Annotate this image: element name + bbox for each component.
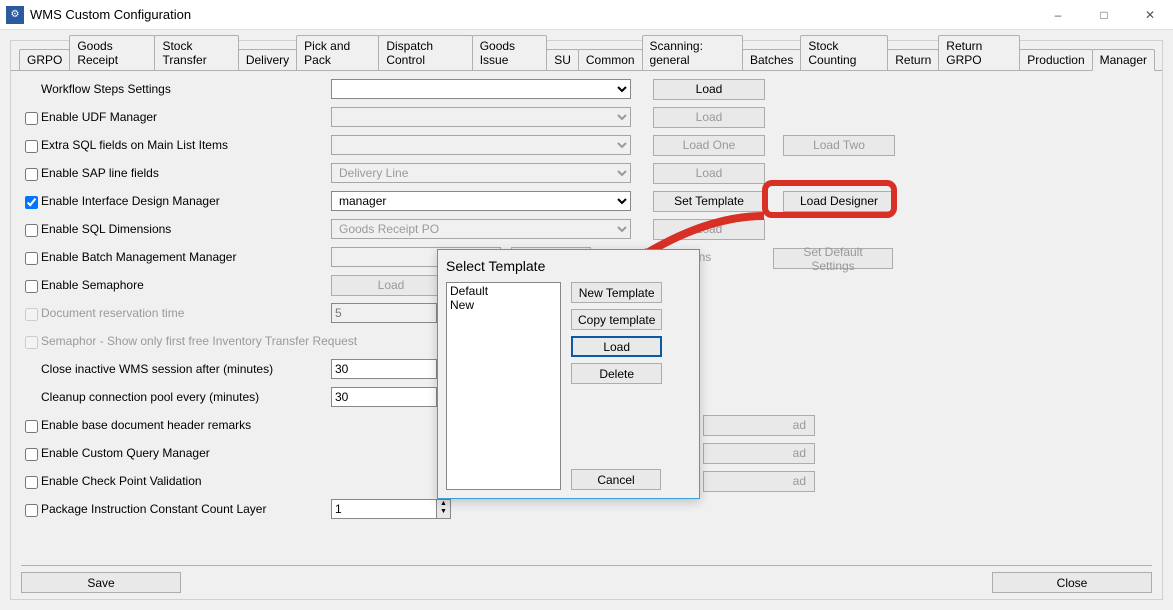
loadtwo-button: Load Two <box>783 135 895 156</box>
titlebar: ⚙ WMS Custom Configuration – □ ✕ <box>0 0 1173 30</box>
maximize-button[interactable]: □ <box>1081 0 1127 30</box>
tab-delivery[interactable]: Delivery <box>238 49 297 70</box>
label-sapline: Enable SAP line fields <box>41 166 331 180</box>
obscured-button-2: ad <box>703 443 815 464</box>
copy-template-button[interactable]: Copy template <box>571 309 662 330</box>
label-checkpoint: Enable Check Point Validation <box>41 474 441 488</box>
sapline-checkbox[interactable] <box>25 168 38 181</box>
tab-production[interactable]: Production <box>1019 49 1092 70</box>
workflow-load-button[interactable]: Load <box>653 79 765 100</box>
semaphore-load-button: Load <box>331 275 451 296</box>
spinner-updown[interactable]: ▲▼ <box>437 499 451 519</box>
cleanup-spinner[interactable] <box>331 387 437 407</box>
label-semaphore: Enable Semaphore <box>41 278 331 292</box>
sapline-load-button: Load <box>653 163 765 184</box>
tab-dispatch-control[interactable]: Dispatch Control <box>378 35 472 70</box>
set-default-settings-button: Set Default Settings <box>773 248 893 269</box>
tab-manager[interactable]: Manager <box>1092 49 1155 71</box>
obscured-button-1: ad <box>703 415 815 436</box>
extrasql-checkbox[interactable] <box>25 140 38 153</box>
label-cleanup: Cleanup connection pool every (minutes) <box>41 390 331 404</box>
window-title: WMS Custom Configuration <box>30 7 191 22</box>
docres-checkbox <box>25 308 38 321</box>
loadone-button: Load One <box>653 135 765 156</box>
extrasql-select <box>331 135 631 155</box>
udf-checkbox[interactable] <box>25 112 38 125</box>
template-listbox[interactable]: DefaultNew <box>446 282 561 490</box>
label-docres: Document reservation time <box>41 306 331 320</box>
tab-scanning-general[interactable]: Scanning: general <box>642 35 743 70</box>
bottom-bar: Save Close <box>21 565 1152 593</box>
template-item[interactable]: New <box>448 298 559 312</box>
batch-checkbox[interactable] <box>25 252 38 265</box>
sqldim-checkbox[interactable] <box>25 224 38 237</box>
tab-strip: GRPOGoods ReceiptStock TransferDeliveryP… <box>11 41 1162 71</box>
tab-return[interactable]: Return <box>887 49 939 70</box>
label-customquery: Enable Custom Query Manager <box>41 446 441 460</box>
ifdesign-select[interactable]: manager <box>331 191 631 211</box>
checkpoint-checkbox[interactable] <box>25 476 38 489</box>
label-workflow: Workflow Steps Settings <box>41 82 331 96</box>
label-extrasql: Extra SQL fields on Main List Items <box>41 138 331 152</box>
tab-goods-issue[interactable]: Goods Issue <box>472 35 548 70</box>
set-template-button[interactable]: Set Template <box>653 191 765 212</box>
semashow-checkbox <box>25 336 38 349</box>
load-designer-button[interactable]: Load Designer <box>783 191 895 212</box>
minimize-button[interactable]: – <box>1035 0 1081 30</box>
sqldim-select: Goods Receipt PO <box>331 219 631 239</box>
sapline-select: Delivery Line <box>331 163 631 183</box>
tab-batches[interactable]: Batches <box>742 49 801 70</box>
pkginstr-checkbox[interactable] <box>25 504 38 517</box>
dialog-cancel-button[interactable]: Cancel <box>571 469 661 490</box>
ifdesign-checkbox[interactable] <box>25 196 38 209</box>
udf-load-button: Load <box>653 107 765 128</box>
closesess-spinner[interactable] <box>331 359 437 379</box>
udf-select <box>331 107 631 127</box>
tab-common[interactable]: Common <box>578 49 643 70</box>
label-basedoc: Enable base document header remarks <box>41 418 441 432</box>
label-pkginstr: Package Instruction Constant Count Layer <box>41 502 331 516</box>
pkginstr-spinner[interactable] <box>331 499 437 519</box>
sqldim-load-button: Load <box>653 219 765 240</box>
obscured-button-3: ad <box>703 471 815 492</box>
template-item[interactable]: Default <box>448 284 559 298</box>
basedoc-checkbox[interactable] <box>25 420 38 433</box>
docres-spinner <box>331 303 437 323</box>
label-ifdesign: Enable Interface Design Manager <box>41 194 331 208</box>
label-udf: Enable UDF Manager <box>41 110 331 124</box>
label-sqldim: Enable SQL Dimensions <box>41 222 331 236</box>
save-button[interactable]: Save <box>21 572 181 593</box>
workflow-select[interactable] <box>331 79 631 99</box>
dialog-load-button[interactable]: Load <box>571 336 662 357</box>
tab-goods-receipt[interactable]: Goods Receipt <box>69 35 155 70</box>
tab-grpo[interactable]: GRPO <box>19 49 70 70</box>
close-button[interactable]: Close <box>992 572 1152 593</box>
customquery-checkbox[interactable] <box>25 448 38 461</box>
dialog-title: Select Template <box>446 258 691 274</box>
tab-su[interactable]: SU <box>546 49 579 70</box>
delete-template-button[interactable]: Delete <box>571 363 662 384</box>
tab-stock-transfer[interactable]: Stock Transfer <box>154 35 238 70</box>
semaphore-checkbox[interactable] <box>25 280 38 293</box>
label-batch: Enable Batch Management Manager <box>41 250 331 264</box>
new-template-button[interactable]: New Template <box>571 282 662 303</box>
close-window-button[interactable]: ✕ <box>1127 0 1173 30</box>
tab-pick-and-pack[interactable]: Pick and Pack <box>296 35 379 70</box>
app-icon: ⚙ <box>6 6 24 24</box>
label-closesess: Close inactive WMS session after (minute… <box>41 362 331 376</box>
tab-return-grpo[interactable]: Return GRPO <box>938 35 1020 70</box>
tab-stock-counting[interactable]: Stock Counting <box>800 35 888 70</box>
select-template-dialog: Select Template DefaultNew New Template … <box>437 249 700 499</box>
